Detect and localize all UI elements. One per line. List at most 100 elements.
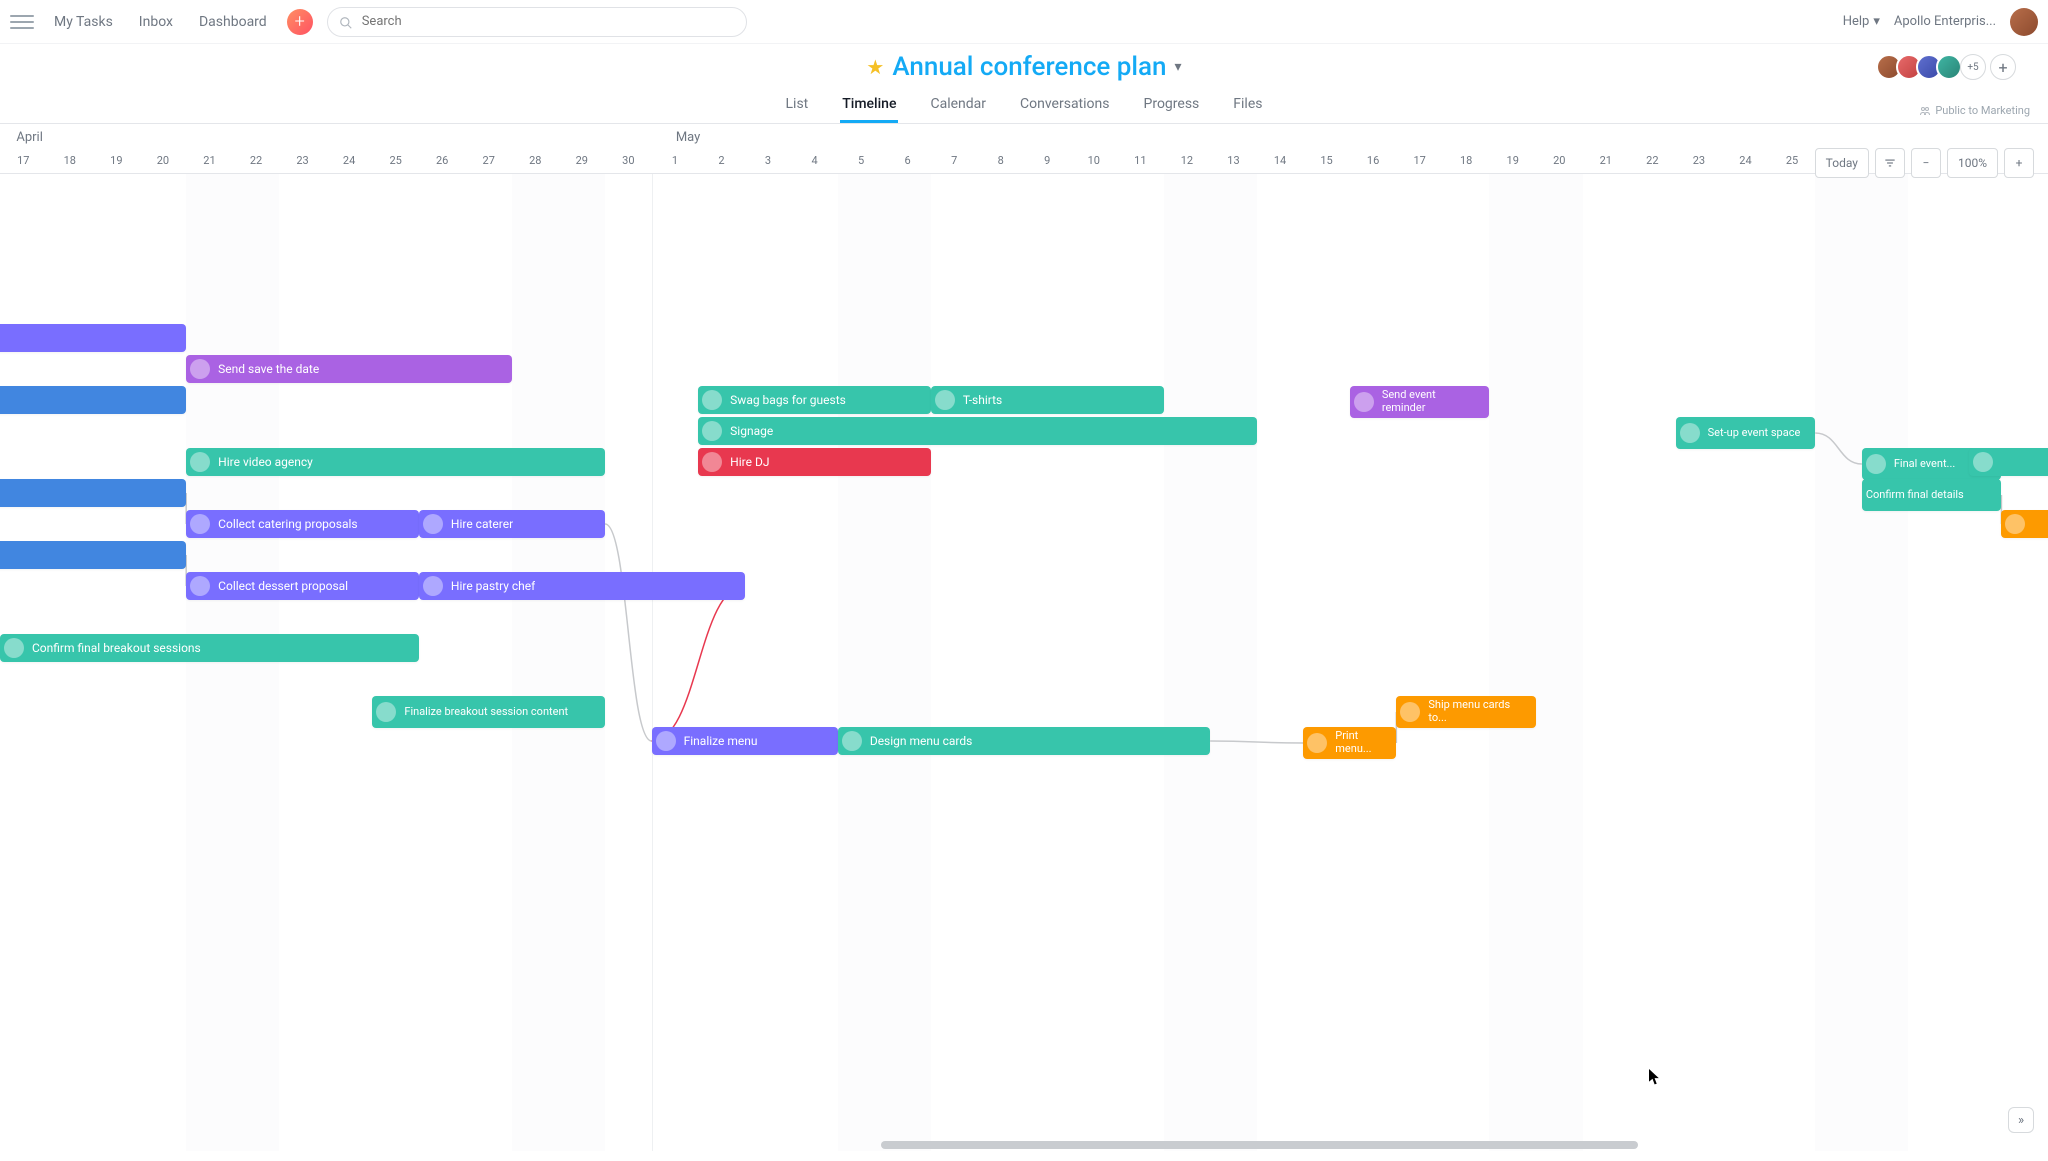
day-label: 26: [436, 154, 448, 167]
tab-conversations[interactable]: Conversations: [1018, 88, 1111, 123]
today-button[interactable]: Today: [1815, 148, 1869, 178]
task-bar-print-menu[interactable]: Print menu...: [1303, 727, 1396, 759]
task-label: Hire pastry chef: [451, 579, 535, 593]
task-bar-ads[interactable]: e ads: [0, 324, 186, 352]
task-label: Hire DJ: [730, 455, 769, 469]
month-label: May: [676, 130, 700, 145]
task-bar-signage[interactable]: Signage: [698, 417, 1257, 445]
task-bar-confirm-final[interactable]: Confirm final details: [1862, 479, 2002, 511]
day-label: 22: [250, 154, 262, 167]
assignee-avatar: [4, 638, 24, 658]
nav-inbox[interactable]: Inbox: [133, 10, 179, 34]
day-label: 8: [998, 154, 1004, 167]
task-bar-pastry-chefs[interactable]: pastry chefs: [0, 541, 186, 569]
day-label: 18: [64, 154, 76, 167]
task-bar-confirm-breakout[interactable]: Confirm final breakout sessions: [0, 634, 419, 662]
task-label: Confirm final details: [1866, 489, 1964, 502]
collaborator-overflow[interactable]: +5: [1960, 54, 1986, 80]
day-label: 10: [1088, 154, 1100, 167]
task-bar-email-invites[interactable]: email invites: [0, 386, 186, 414]
day-label: 22: [1646, 154, 1658, 167]
scroll-thumb[interactable]: [881, 1141, 1639, 1149]
task-bar-ship-menu[interactable]: Ship menu cards to...: [1396, 696, 1536, 728]
assignee-avatar: [702, 421, 722, 441]
task-bar-catering-prop[interactable]: Collect catering proposals: [186, 510, 419, 538]
task-bar-hire-dj[interactable]: Hire DJ: [698, 448, 931, 476]
day-label: 23: [296, 154, 308, 167]
horizontal-scrollbar[interactable]: [0, 1139, 2048, 1151]
project-title[interactable]: Annual conference plan: [892, 52, 1166, 82]
task-label: Print menu...: [1335, 730, 1386, 755]
task-label: Send save the date: [218, 362, 319, 376]
nav-my-tasks[interactable]: My Tasks: [48, 10, 119, 34]
task-bar-tshirts[interactable]: T-shirts: [931, 386, 1164, 414]
project-menu-chevron-icon[interactable]: ▾: [1175, 59, 1182, 75]
task-bar-dessert-prop[interactable]: Collect dessert proposal: [186, 572, 419, 600]
nav-dashboard[interactable]: Dashboard: [193, 10, 273, 34]
search-input[interactable]: [327, 7, 747, 37]
task-label: Set-up event space: [1708, 427, 1801, 440]
day-label: 17: [1413, 154, 1425, 167]
collaborator-avatar[interactable]: [1936, 54, 1962, 80]
task-bar-setup-space[interactable]: Set-up event space: [1676, 417, 1816, 449]
day-label: 24: [343, 154, 355, 167]
task-label: Collect catering proposals: [218, 517, 357, 531]
tab-progress[interactable]: Progress: [1142, 88, 1202, 123]
assignee-avatar: [190, 576, 210, 596]
assignee-avatar: [1680, 423, 1700, 443]
menu-toggle-button[interactable]: [10, 10, 34, 34]
help-menu[interactable]: Help▾: [1843, 14, 1880, 29]
assignee-avatar: [2005, 514, 2025, 534]
workspace-switcher[interactable]: Apollo Enterpris...: [1894, 14, 1996, 29]
task-bar-hire-pastry[interactable]: Hire pastry chef: [419, 572, 745, 600]
user-avatar[interactable]: [2010, 8, 2038, 36]
project-privacy[interactable]: Public to Marketing: [1919, 104, 2030, 117]
task-bar-event-reminder[interactable]: Send event reminder: [1350, 386, 1490, 418]
task-bar-hire-video[interactable]: Hire video agency: [186, 448, 605, 476]
day-label: 12: [1181, 154, 1193, 167]
day-label: 16: [1367, 154, 1379, 167]
assignee-avatar: [423, 576, 443, 596]
day-label: 15: [1320, 154, 1332, 167]
day-label: 6: [905, 154, 911, 167]
task-bar-final-task-r6[interactable]: [2001, 510, 2048, 538]
assignee-avatar: [702, 390, 722, 410]
assignee-avatar: [935, 390, 955, 410]
add-collaborator-button[interactable]: +: [1990, 54, 2016, 80]
tab-list[interactable]: List: [784, 88, 811, 123]
day-row: 1718192021222324252627282930123456789101…: [0, 150, 2048, 174]
task-bar-final-breakout[interactable]: Finalize breakout session content: [372, 696, 605, 728]
tab-calendar[interactable]: Calendar: [928, 88, 988, 123]
day-label: 20: [157, 154, 169, 167]
tab-timeline[interactable]: Timeline: [840, 88, 898, 123]
project-privacy-label: Public to Marketing: [1935, 104, 2030, 117]
task-label: Hire caterer: [451, 517, 513, 531]
task-label: Finalize breakout session content: [404, 706, 568, 719]
task-label: Design menu cards: [870, 734, 973, 748]
star-icon[interactable]: ★: [866, 55, 884, 79]
task-bar-design-menu[interactable]: Design menu cards: [838, 727, 1210, 755]
filter-button[interactable]: [1875, 148, 1905, 178]
omnibutton-add[interactable]: +: [287, 9, 313, 35]
day-label: 30: [622, 154, 634, 167]
day-label: 23: [1693, 154, 1705, 167]
task-bar-caterers[interactable]: caterers: [0, 479, 186, 507]
zoom-in-button[interactable]: +: [2004, 148, 2034, 178]
task-bar-hire-caterer[interactable]: Hire caterer: [419, 510, 605, 538]
task-bar-swag-bags[interactable]: Swag bags for guests: [698, 386, 931, 414]
day-label: 9: [1044, 154, 1050, 167]
assignee-avatar: [376, 702, 396, 722]
tab-files[interactable]: Files: [1231, 88, 1264, 123]
task-bar-save-date[interactable]: Send save the date: [186, 355, 512, 383]
day-label: 28: [529, 154, 541, 167]
top-nav: My Tasks Inbox Dashboard + Help▾ Apollo …: [0, 0, 2048, 44]
timeline-canvas[interactable]: e ads Send save the date email invites Swag…: [0, 174, 2048, 1151]
assignee-avatar: [190, 452, 210, 472]
zoom-out-button[interactable]: −: [1911, 148, 1941, 178]
task-bar-final-event-2[interactable]: [1969, 448, 2048, 476]
task-bar-finalize-menu[interactable]: Finalize menu: [652, 727, 838, 755]
day-label: 5: [858, 154, 864, 167]
help-bubble-button[interactable]: »: [2008, 1107, 2034, 1133]
task-label: Signage: [730, 424, 773, 438]
task-label: Collect dessert proposal: [218, 579, 348, 593]
